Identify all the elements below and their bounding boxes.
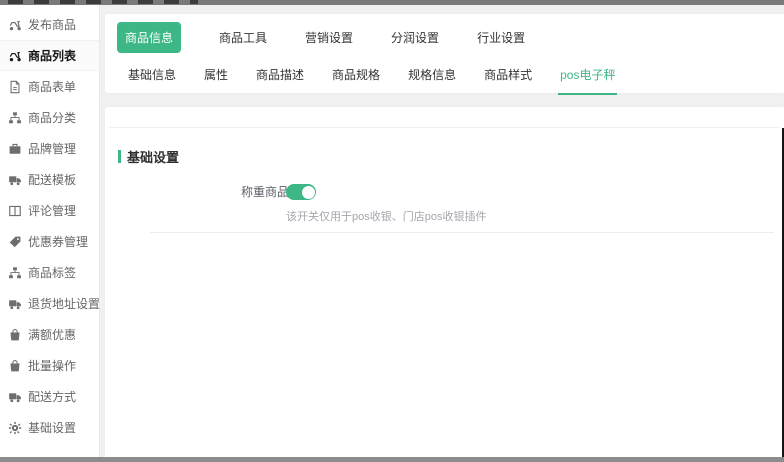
weigh-product-row: 称重商品 bbox=[105, 184, 784, 200]
sidebar-item-label: 基础设置 bbox=[28, 421, 77, 435]
section-title: 基础设置 bbox=[118, 147, 179, 166]
tab-industry-settings[interactable]: 行业设置 bbox=[477, 29, 525, 46]
sidebar-item-basic-settings[interactable]: 基础设置 bbox=[0, 412, 99, 443]
tab-product-tools[interactable]: 商品工具 bbox=[219, 29, 267, 46]
sidebar-item-label: 商品分类 bbox=[28, 111, 77, 125]
sidebar-item-label: 满额优惠 bbox=[28, 328, 77, 342]
truck-icon bbox=[8, 390, 22, 404]
sidebar-item-product-form[interactable]: 商品表单 bbox=[0, 71, 99, 102]
tab-product-info[interactable]: 商品信息 bbox=[117, 21, 182, 53]
sitemap-icon bbox=[8, 111, 22, 125]
scooter-icon bbox=[8, 18, 22, 32]
content-panel: 基础设置 称重商品 该开关仅用于pos收银、门店pos收银插件 bbox=[105, 107, 784, 457]
sidebar-item-full-discount[interactable]: 满额优惠 bbox=[0, 319, 99, 350]
gear-icon bbox=[8, 421, 22, 435]
sidebar: 发布商品 商品列表 商品表单 商品分类 品牌管理 配送模板 评论管理 优惠券管理… bbox=[0, 5, 100, 457]
sidebar-item-brand-management[interactable]: 品牌管理 bbox=[0, 133, 99, 164]
subtab-basic-info[interactable]: 基础信息 bbox=[128, 66, 176, 85]
sidebar-item-label: 商品表单 bbox=[28, 80, 77, 94]
bag-icon bbox=[8, 328, 22, 342]
sidebar-item-label: 商品标签 bbox=[28, 266, 77, 280]
section-title-text: 基础设置 bbox=[127, 150, 180, 165]
file-icon bbox=[8, 80, 22, 94]
toggle-knob bbox=[301, 185, 315, 199]
columns-icon bbox=[8, 204, 22, 218]
weigh-product-toggle[interactable] bbox=[286, 184, 316, 200]
top-tabs: 商品信息 商品工具 营销设置 分润设置 行业设置 bbox=[105, 14, 784, 60]
sidebar-item-label: 批量操作 bbox=[28, 359, 77, 373]
briefcase-icon bbox=[8, 142, 22, 156]
sidebar-item-label: 品牌管理 bbox=[28, 142, 77, 156]
cropped-browser-text bbox=[8, 0, 198, 4]
subtab-pos-scale[interactable]: pos电子秤 bbox=[558, 66, 618, 95]
sidebar-item-product-category[interactable]: 商品分类 bbox=[0, 102, 99, 133]
sidebar-item-product-list[interactable]: 商品列表 bbox=[0, 40, 99, 71]
sidebar-item-shipping-methods[interactable]: 配送方式 bbox=[0, 381, 99, 412]
sidebar-item-batch-operations[interactable]: 批量操作 bbox=[0, 350, 99, 381]
sidebar-item-shipping-template[interactable]: 配送模板 bbox=[0, 164, 99, 195]
sidebar-item-label: 评论管理 bbox=[28, 204, 77, 218]
truck-icon bbox=[8, 297, 22, 311]
sidebar-item-coupon-management[interactable]: 优惠券管理 bbox=[0, 226, 99, 257]
sub-tabs: 基础信息 属性 商品描述 商品规格 规格信息 商品样式 pos电子秤 bbox=[105, 60, 784, 95]
tab-profit-settings[interactable]: 分润设置 bbox=[391, 29, 439, 46]
form-section-divider bbox=[150, 232, 774, 233]
sidebar-item-return-address-settings[interactable]: 退货地址设置 bbox=[0, 288, 101, 319]
content-header-divider bbox=[109, 107, 780, 128]
bag-icon bbox=[8, 359, 22, 373]
sidebar-item-label: 退货地址设置 bbox=[28, 297, 101, 311]
window-top-edge bbox=[0, 0, 784, 5]
subtab-attributes[interactable]: 属性 bbox=[204, 66, 228, 85]
window-bottom-edge bbox=[0, 457, 784, 462]
sidebar-item-label: 配送方式 bbox=[28, 390, 77, 404]
sidebar-item-label: 商品列表 bbox=[28, 49, 77, 63]
sidebar-item-publish-product[interactable]: 发布商品 bbox=[0, 9, 99, 40]
weigh-product-label: 称重商品 bbox=[240, 185, 289, 199]
section-title-accent-bar bbox=[118, 150, 121, 163]
tag-icon bbox=[8, 235, 22, 249]
tab-marketing-settings[interactable]: 营销设置 bbox=[305, 29, 353, 46]
toggle-helper-text: 该开关仅用于pos收银、门店pos收银插件 bbox=[286, 211, 487, 223]
sidebar-item-review-management[interactable]: 评论管理 bbox=[0, 195, 99, 226]
subtab-product-style[interactable]: 商品样式 bbox=[484, 66, 532, 85]
tabs-panel: 商品信息 商品工具 营销设置 分润设置 行业设置 基础信息 属性 商品描述 商品… bbox=[105, 14, 784, 95]
subtab-product-description[interactable]: 商品描述 bbox=[256, 66, 304, 85]
sidebar-item-label: 发布商品 bbox=[28, 18, 77, 32]
truck-icon bbox=[8, 173, 22, 187]
scooter-icon bbox=[8, 49, 22, 63]
sidebar-item-label: 优惠券管理 bbox=[28, 235, 89, 249]
subtab-product-specs[interactable]: 商品规格 bbox=[332, 66, 380, 85]
sidebar-item-label: 配送模板 bbox=[28, 173, 77, 187]
sitemap-icon bbox=[8, 266, 22, 280]
sidebar-item-product-tags[interactable]: 商品标签 bbox=[0, 257, 99, 288]
subtab-spec-info[interactable]: 规格信息 bbox=[408, 66, 456, 85]
